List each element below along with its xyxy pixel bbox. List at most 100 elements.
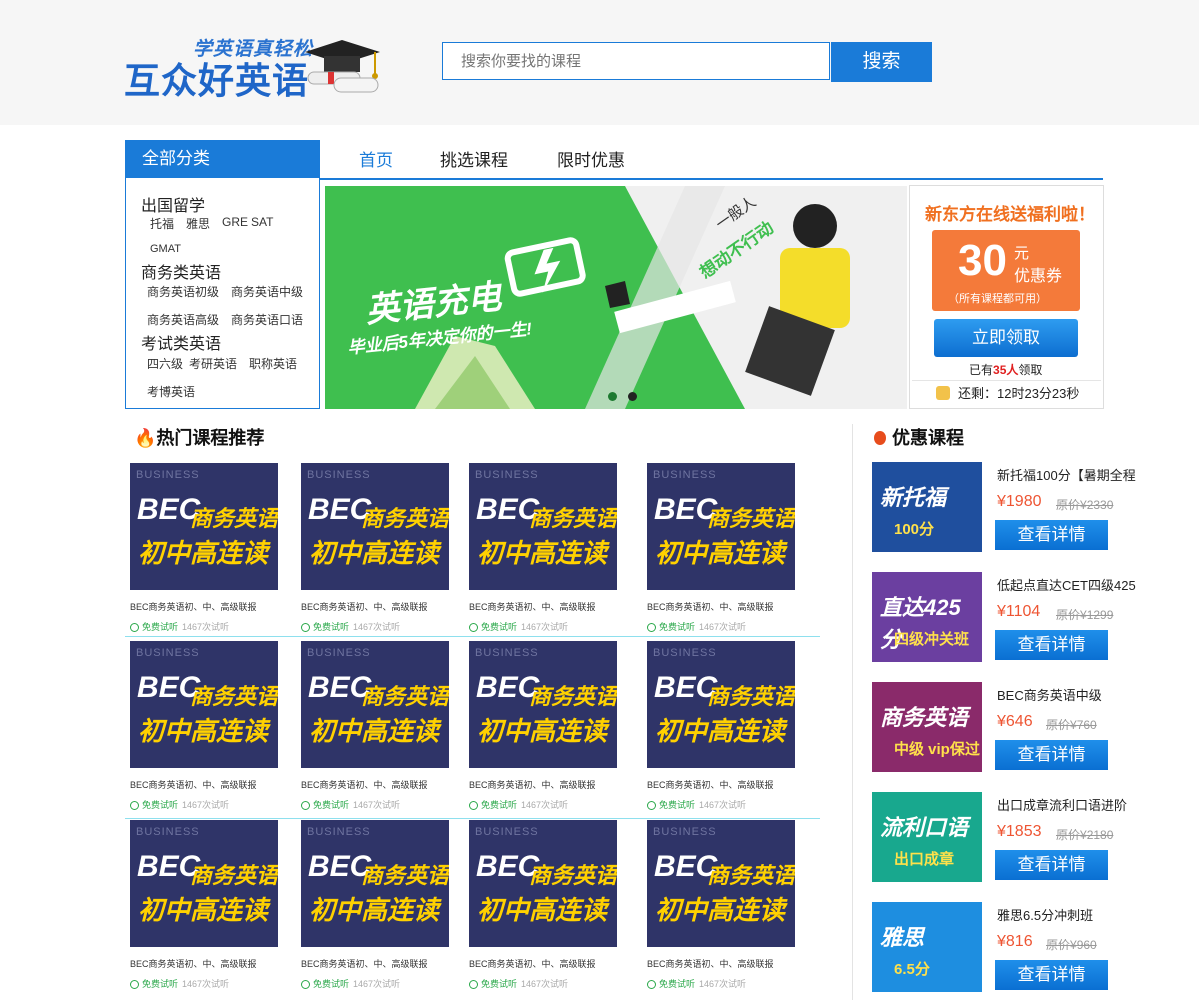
card-title-sub: 初中高连读 bbox=[138, 538, 269, 568]
category-link-business-primary[interactable]: 商务英语初级 bbox=[147, 283, 219, 300]
course-card-name[interactable]: BEC商务英语初、中、高级联报 bbox=[130, 600, 257, 613]
card-title-sub: 初中高连读 bbox=[655, 716, 786, 746]
course-card-image[interactable]: BUSINESS BEC 商务英语 初中高连读 bbox=[301, 463, 449, 590]
promo-title: 新东方在线送福利啦！ bbox=[925, 205, 1095, 224]
course-card-name[interactable]: BEC商务英语初、中、高级联报 bbox=[469, 778, 596, 791]
discount-course-image[interactable]: 直达425分 四级冲关班 bbox=[872, 572, 982, 662]
course-card-image[interactable]: BUSINESS BEC 商务英语 初中高连读 bbox=[469, 820, 617, 947]
course-card-name[interactable]: BEC商务英语初、中、高级联报 bbox=[130, 957, 257, 970]
card-tag: BUSINESS bbox=[136, 469, 200, 481]
free-trial-link[interactable]: 免费试听 bbox=[130, 620, 178, 633]
category-link-doctoral[interactable]: 考博英语 bbox=[147, 383, 195, 400]
discount-course-image[interactable]: 流利口语 出口成章 bbox=[872, 792, 982, 882]
free-trial-link[interactable]: 免费试听 bbox=[647, 620, 695, 633]
discount-course-name[interactable]: 雅思6.5分冲刺班 bbox=[997, 905, 1093, 924]
column-divider bbox=[852, 424, 853, 1000]
category-link-gre[interactable]: GRE bbox=[222, 215, 248, 229]
nav-select-course[interactable]: 挑选课程 bbox=[440, 146, 508, 171]
category-link-professional[interactable]: 职称英语 bbox=[249, 355, 297, 372]
category-business-english[interactable]: 商务类英语 bbox=[141, 259, 221, 283]
course-card-name[interactable]: BEC商务英语初、中、高级联报 bbox=[301, 778, 428, 791]
category-link-business-advanced[interactable]: 商务英语高级 bbox=[147, 311, 219, 328]
claimed-count: 35人 bbox=[993, 363, 1019, 377]
nav-home[interactable]: 首页 bbox=[359, 146, 393, 171]
carousel-dot-2[interactable] bbox=[628, 392, 637, 401]
course-card-image[interactable]: BUSINESS BEC 商务英语 初中高连读 bbox=[647, 641, 795, 768]
category-link-gmat[interactable]: GMAT bbox=[150, 243, 181, 255]
course-card-image[interactable]: BUSINESS BEC 商务英语 初中高连读 bbox=[130, 463, 278, 590]
card-tag: BUSINESS bbox=[136, 826, 200, 838]
discount-price: ¥1104 bbox=[997, 603, 1041, 620]
card-tag: BUSINESS bbox=[307, 647, 371, 659]
discount-course-image[interactable]: 雅思 6.5分 bbox=[872, 902, 982, 992]
site-logo[interactable]: 互众好英语 bbox=[124, 52, 309, 104]
free-trial-link[interactable]: 免费试听 bbox=[469, 620, 517, 633]
card-title-main: 商务英语 bbox=[190, 684, 278, 709]
discount-image-subtitle: 出口成章 bbox=[894, 851, 955, 868]
free-trial-link[interactable]: 免费试听 bbox=[469, 798, 517, 811]
coupon-amount: 30 bbox=[958, 236, 1007, 285]
play-icon bbox=[301, 801, 310, 810]
free-trial-link[interactable]: 免费试听 bbox=[301, 620, 349, 633]
category-link-business-oral[interactable]: 商务英语口语 bbox=[231, 311, 303, 328]
all-categories-heading[interactable]: 全部分类 bbox=[125, 140, 320, 178]
card-title-main: 商务英语 bbox=[707, 863, 795, 888]
discount-course-name[interactable]: 出口成章流利口语进阶 bbox=[997, 795, 1127, 814]
view-details-button[interactable]: 查看详情 bbox=[995, 740, 1108, 770]
category-link-business-intermediate[interactable]: 商务英语中级 bbox=[231, 283, 303, 300]
category-study-abroad[interactable]: 出国留学 bbox=[141, 192, 205, 216]
clock-icon bbox=[936, 386, 950, 400]
course-card-image[interactable]: BUSINESS BEC 商务英语 初中高连读 bbox=[469, 463, 617, 590]
free-trial-link[interactable]: 免费试听 bbox=[301, 798, 349, 811]
course-card-image[interactable]: BUSINESS BEC 商务英语 初中高连读 bbox=[301, 820, 449, 947]
category-link-toefl[interactable]: 托福 bbox=[150, 215, 174, 232]
category-link-ielts[interactable]: 雅思 bbox=[186, 215, 210, 232]
view-details-button[interactable]: 查看详情 bbox=[995, 960, 1108, 990]
card-tag: BUSINESS bbox=[475, 826, 539, 838]
course-card-name[interactable]: BEC商务英语初、中、高级联报 bbox=[469, 957, 596, 970]
course-card-name[interactable]: BEC商务英语初、中、高级联报 bbox=[647, 600, 774, 613]
course-card-name[interactable]: BEC商务英语初、中、高级联报 bbox=[301, 600, 428, 613]
course-card-name[interactable]: BEC商务英语初、中、高级联报 bbox=[301, 957, 428, 970]
card-tag: BUSINESS bbox=[653, 647, 717, 659]
view-details-button[interactable]: 查看详情 bbox=[995, 520, 1108, 550]
carousel-dot-1[interactable] bbox=[608, 392, 617, 401]
category-exam-english[interactable]: 考试类英语 bbox=[141, 330, 221, 354]
discount-course-name[interactable]: BEC商务英语中级 bbox=[997, 685, 1102, 704]
search-button[interactable]: 搜索 bbox=[831, 42, 932, 82]
discount-course-name[interactable]: 新托福100分【暑期全程 bbox=[997, 465, 1136, 484]
hero-banner[interactable]: 英语充电 毕业后5年决定你的一生! 一般人 想动不行动 bbox=[325, 186, 907, 409]
course-card-image[interactable]: BUSINESS BEC 商务英语 初中高连读 bbox=[469, 641, 617, 768]
free-trial-link[interactable]: 免费试听 bbox=[301, 977, 349, 990]
course-card-image[interactable]: BUSINESS BEC 商务英语 初中高连读 bbox=[647, 463, 795, 590]
coupon-card: 30 元 优惠券 （所有课程都可用） bbox=[932, 230, 1080, 311]
course-card-name[interactable]: BEC商务英语初、中、高级联报 bbox=[647, 957, 774, 970]
search-input[interactable] bbox=[443, 43, 821, 79]
card-tag: BUSINESS bbox=[653, 469, 717, 481]
discount-course-image[interactable]: 新托福 100分 bbox=[872, 462, 982, 552]
trial-count: 1467次试听 bbox=[182, 622, 230, 632]
nav-limited-offer[interactable]: 限时优惠 bbox=[557, 146, 625, 171]
discount-price: ¥646 bbox=[997, 713, 1033, 730]
course-card-image[interactable]: BUSINESS BEC 商务英语 初中高连读 bbox=[301, 641, 449, 768]
course-card-name[interactable]: BEC商务英语初、中、高级联报 bbox=[130, 778, 257, 791]
claim-coupon-button[interactable]: 立即领取 bbox=[934, 319, 1078, 357]
course-card-name[interactable]: BEC商务英语初、中、高级联报 bbox=[469, 600, 596, 613]
free-trial-link[interactable]: 免费试听 bbox=[647, 798, 695, 811]
discount-course-image[interactable]: 商务英语 中级 vip保过 bbox=[872, 682, 982, 772]
discount-course-name[interactable]: 低起点直达CET四级425 bbox=[997, 575, 1136, 594]
course-card-name[interactable]: BEC商务英语初、中、高级联报 bbox=[647, 778, 774, 791]
free-trial-link[interactable]: 免费试听 bbox=[469, 977, 517, 990]
view-details-button[interactable]: 查看详情 bbox=[995, 850, 1108, 880]
free-trial-link[interactable]: 免费试听 bbox=[130, 977, 178, 990]
course-card-image[interactable]: BUSINESS BEC 商务英语 初中高连读 bbox=[130, 820, 278, 947]
free-trial-link[interactable]: 免费试听 bbox=[647, 977, 695, 990]
category-link-cet[interactable]: 四六级 bbox=[147, 355, 183, 372]
view-details-button[interactable]: 查看详情 bbox=[995, 630, 1108, 660]
category-link-sat[interactable]: SAT bbox=[251, 215, 273, 229]
category-link-postgrad[interactable]: 考研英语 bbox=[189, 355, 237, 372]
trial-count: 1467次试听 bbox=[353, 622, 401, 632]
course-card-image[interactable]: BUSINESS BEC 商务英语 初中高连读 bbox=[130, 641, 278, 768]
free-trial-link[interactable]: 免费试听 bbox=[130, 798, 178, 811]
course-card-image[interactable]: BUSINESS BEC 商务英语 初中高连读 bbox=[647, 820, 795, 947]
